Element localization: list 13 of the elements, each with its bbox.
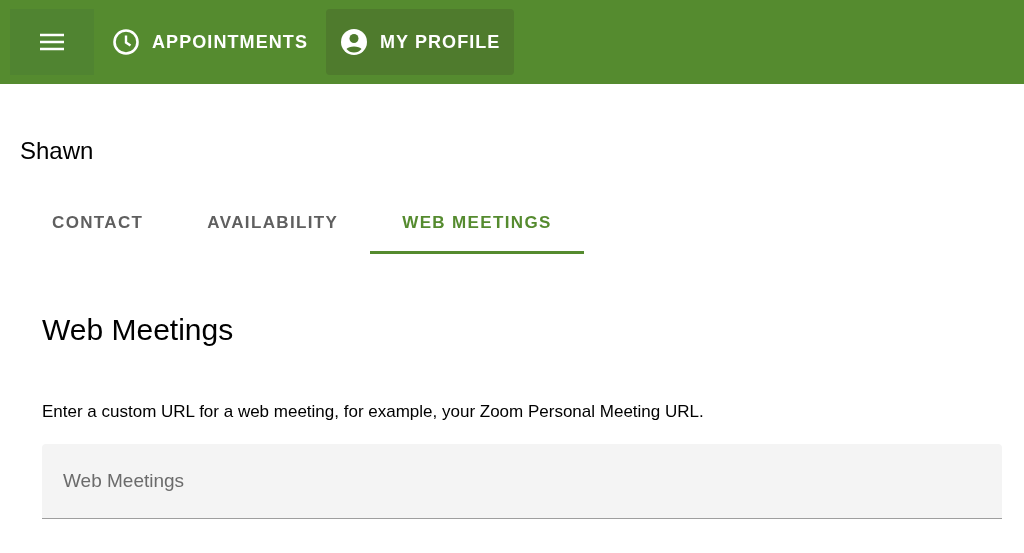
tab[interactable]: AVAILABILITY bbox=[175, 194, 371, 254]
menu-button[interactable] bbox=[10, 9, 94, 75]
section-title: Web Meetings bbox=[42, 312, 235, 348]
account-icon bbox=[339, 28, 368, 56]
tab[interactable]: CONTACT bbox=[20, 194, 176, 254]
menu-icon bbox=[39, 32, 65, 52]
nav-button[interactable]: APPOINTMENTS bbox=[98, 9, 322, 75]
web-meetings-field[interactable]: Web Meetings bbox=[42, 444, 1002, 519]
nav-button[interactable]: MY PROFILE bbox=[325, 9, 515, 75]
clock-icon bbox=[112, 28, 140, 56]
description: Enter a custom URL for a web meeting, for example, your Zoom Personal Meeting URL. bbox=[42, 401, 705, 423]
tab[interactable]: WEB MEETINGS bbox=[370, 194, 584, 254]
profile-name: Shawn bbox=[20, 136, 95, 166]
